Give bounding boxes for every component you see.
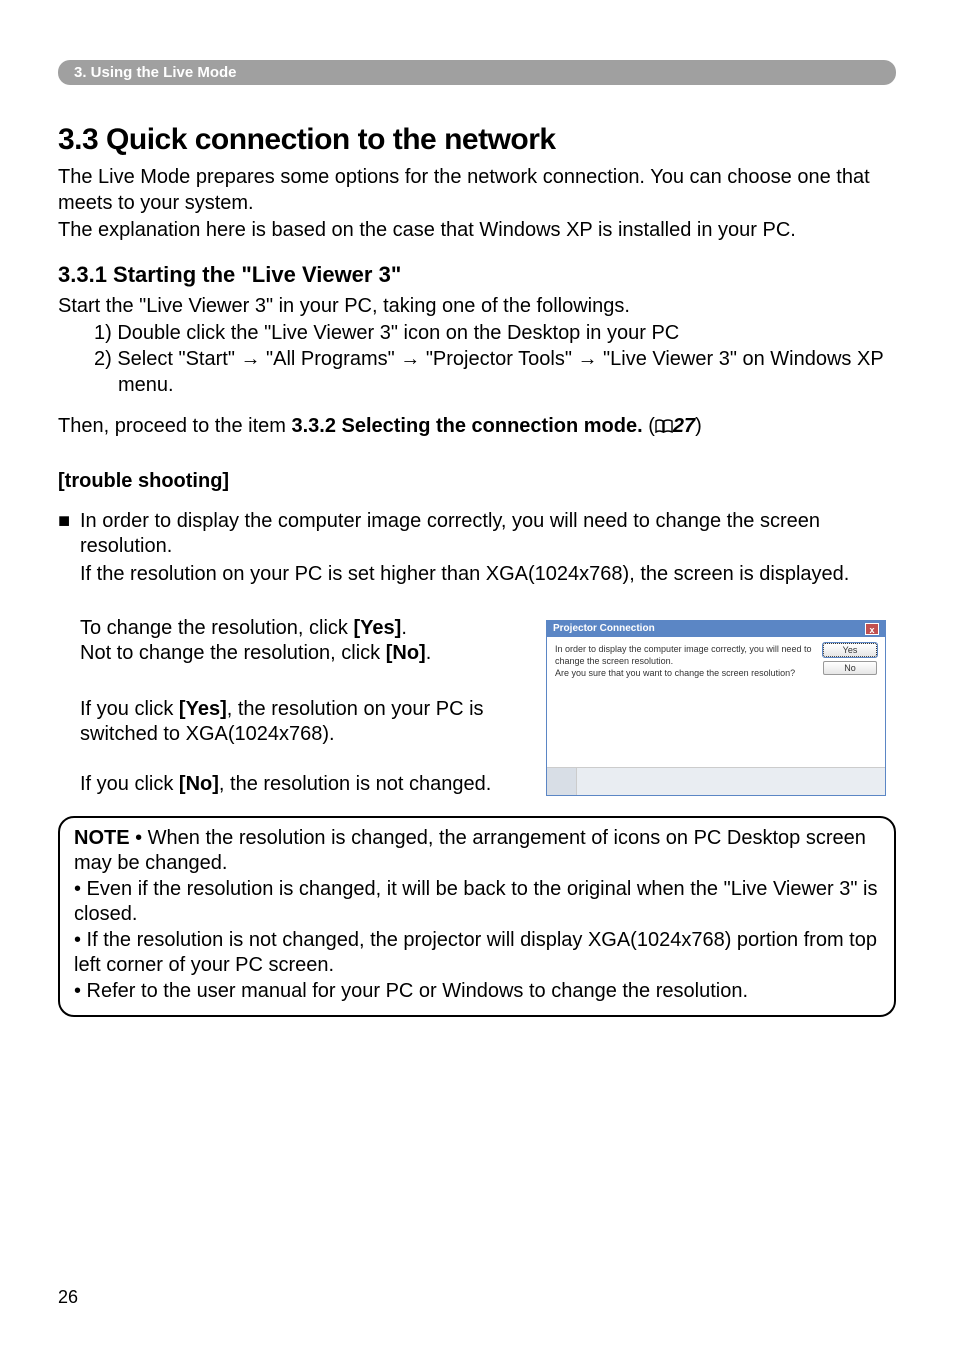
heading-3-3: 3.3 Quick connection to the network (58, 123, 896, 157)
troubleshooting-head: [trouble shooting] (58, 470, 896, 493)
no-pre: If you click (80, 773, 179, 795)
dialog-message: In order to display the computer image c… (555, 643, 817, 679)
then-bold: 3.3.2 Selecting the connection mode. (291, 415, 642, 437)
yes-bold: [Yes] (179, 698, 227, 720)
change-no-line: Not to change the resolution, click [No]… (80, 641, 530, 667)
reference-open: ( (648, 415, 655, 437)
dialog-line1: In order to display the computer image c… (555, 643, 817, 667)
dialog-line2: Are you sure that you want to change the… (555, 667, 817, 679)
bullet1-text: In order to display the computer image c… (80, 510, 820, 558)
note-box: NOTE • When the resolution is changed, t… (58, 816, 896, 1017)
page-number: 26 (58, 1287, 78, 1308)
start-line: Start the "Live Viewer 3" in your PC, ta… (58, 294, 896, 320)
bullet-item-1: ■ In order to display the computer image… (58, 509, 896, 560)
intro-para-1: The Live Mode prepares some options for … (58, 165, 896, 216)
book-icon (655, 415, 673, 429)
change-no-bold: [No] (386, 642, 426, 664)
change-no-end: . (426, 642, 432, 664)
no-bold: [No] (179, 773, 219, 795)
note-1: • When the resolution is changed, the ar… (74, 827, 866, 875)
then-pre: Then, proceed to the item (58, 415, 291, 437)
page-ref: 27 (673, 415, 695, 437)
dialog-title-text: Projector Connection (553, 623, 655, 634)
no-post: , the resolution is not changed. (219, 773, 491, 795)
note-4: • Refer to the user manual for your PC o… (74, 979, 880, 1005)
yes-result: If you click [Yes], the resolution on yo… (80, 697, 530, 748)
intro-para-2: The explanation here is based on the cas… (58, 218, 896, 244)
bullet1-sub: If the resolution on your PC is set high… (80, 562, 896, 588)
note-2: • Even if the resolution is changed, it … (74, 877, 880, 928)
no-result: If you click [No], the resolution is not… (80, 772, 530, 798)
change-yes-end: . (401, 617, 407, 639)
projector-connection-dialog: Projector Connection x In order to displ… (546, 620, 886, 796)
note-label: NOTE (74, 827, 130, 849)
then-line: Then, proceed to the item 3.3.2 Selectin… (58, 414, 896, 440)
heading-3-3-1: 3.3.1 Starting the "Live Viewer 3" (58, 262, 896, 288)
yes-pre: If you click (80, 698, 179, 720)
close-icon[interactable]: x (865, 623, 879, 635)
square-bullet-icon: ■ (58, 509, 80, 560)
reference-close: ) (695, 415, 702, 437)
section-breadcrumb: 3. Using the Live Mode (58, 60, 896, 85)
change-yes-bold: [Yes] (354, 617, 402, 639)
dialog-footer (547, 767, 885, 795)
dialog-footer-left (547, 768, 577, 795)
change-no-pre: Not to change the resolution, click (80, 642, 386, 664)
note-3: • If the resolution is not changed, the … (74, 928, 880, 979)
change-yes-line: To change the resolution, click [Yes]. (80, 616, 530, 642)
step-2: 2) Select "Start" → "All Programs" → "Pr… (94, 347, 896, 398)
change-yes-pre: To change the resolution, click (80, 617, 354, 639)
step-1: 1) Double click the "Live Viewer 3" icon… (94, 321, 896, 347)
dialog-no-button[interactable]: No (823, 661, 877, 675)
dialog-spacer (547, 683, 885, 767)
dialog-titlebar: Projector Connection x (547, 621, 885, 637)
dialog-yes-button[interactable]: Yes (823, 643, 877, 657)
